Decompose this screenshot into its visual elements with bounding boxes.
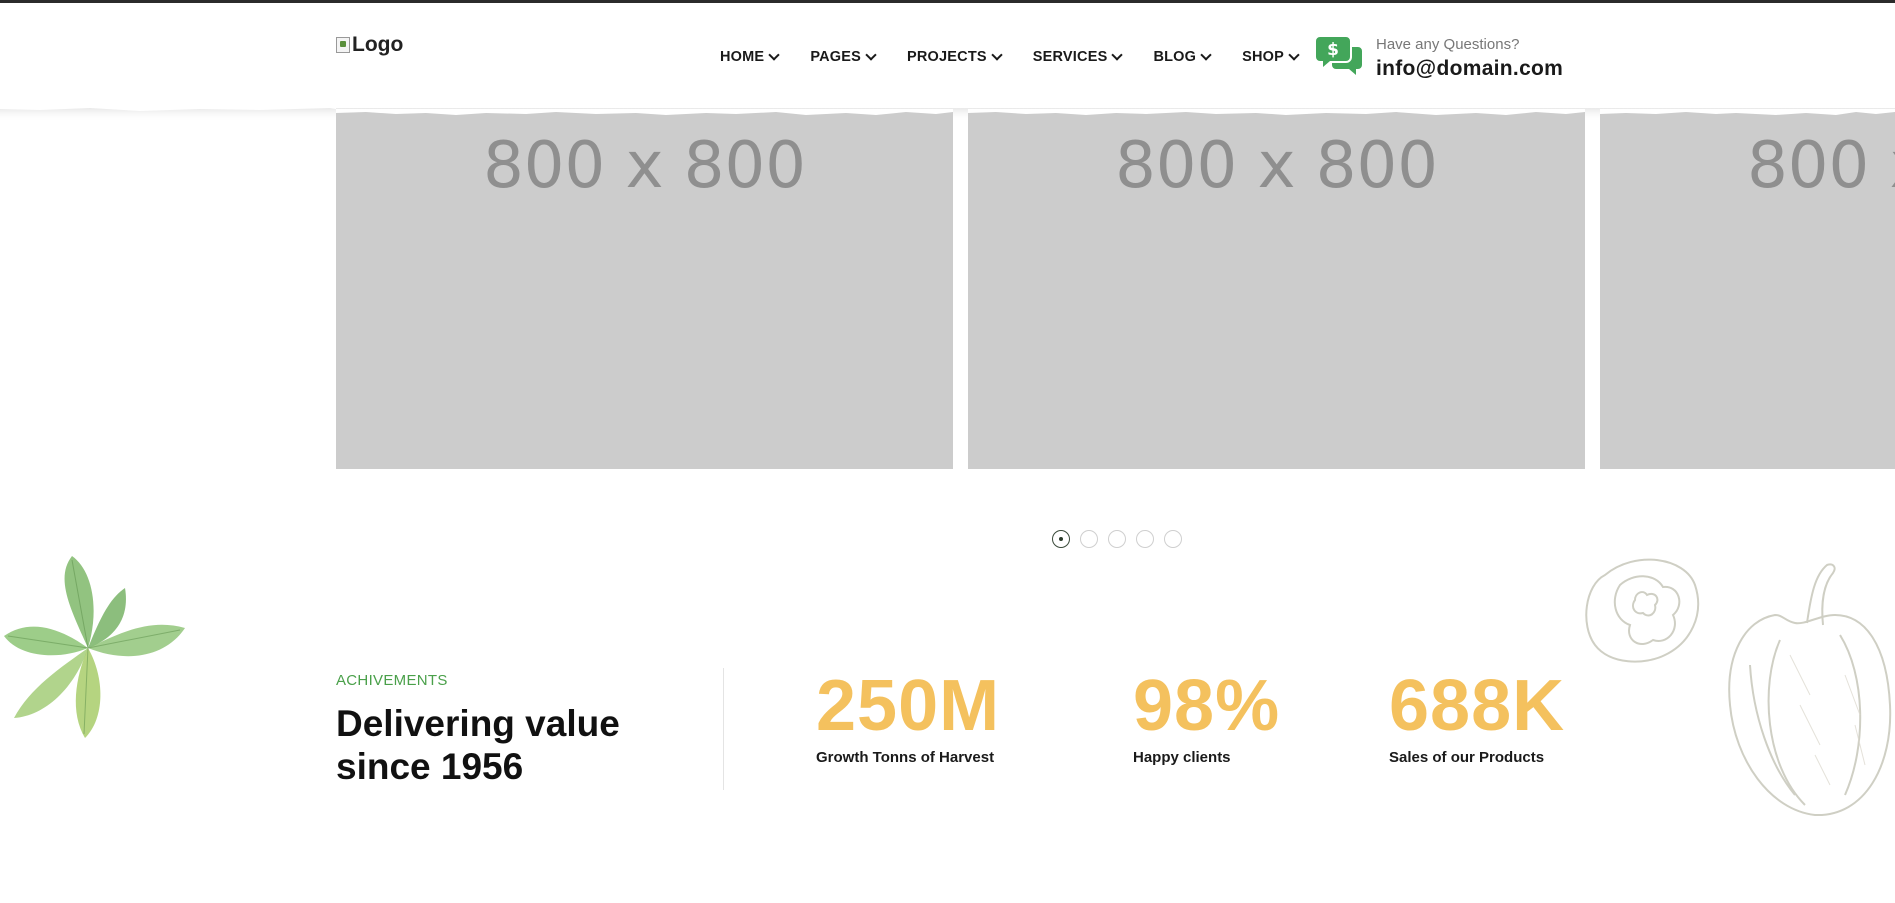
logo-link[interactable]: Logo xyxy=(336,33,403,57)
stat-product-sales: 688K Sales of our Products xyxy=(1389,665,1565,766)
stat-harvest: 250M Growth Tonns of Harvest xyxy=(816,665,1000,766)
logo-alt-text: Logo xyxy=(352,33,404,56)
broken-image-icon xyxy=(336,37,350,53)
slide-image[interactable]: 800 x 800 xyxy=(336,109,953,469)
svg-text:$: $ xyxy=(1327,40,1339,60)
basil-leaf-illustration xyxy=(4,556,185,738)
chevron-down-icon xyxy=(1200,49,1212,61)
pepper-sketch-illustration xyxy=(1585,558,1892,817)
nav-label: BLOG xyxy=(1153,49,1197,65)
slide-placeholder-label: 800 x 800 xyxy=(1115,129,1438,203)
pagination-dot-2[interactable] xyxy=(1080,530,1098,548)
contact-email-link[interactable]: info@domain.com xyxy=(1376,57,1563,81)
nav-item-shop[interactable]: SHOP xyxy=(1242,49,1300,65)
stat-caption: Happy clients xyxy=(1133,749,1231,766)
contact-question: Have any Questions? xyxy=(1376,36,1520,53)
chevron-down-icon xyxy=(768,49,780,61)
nav-item-pages[interactable]: PAGES xyxy=(810,49,877,65)
nav-label: SERVICES xyxy=(1032,49,1108,65)
vertical-divider xyxy=(723,668,724,790)
chevron-down-icon xyxy=(865,49,877,61)
slide-placeholder-label: 800 x 800 xyxy=(483,129,806,203)
nav-label: HOME xyxy=(720,49,765,65)
pagination-dot-3[interactable] xyxy=(1108,530,1126,548)
nav-item-home[interactable]: HOME xyxy=(720,49,780,65)
achievements-label: ACHIVEMENTS xyxy=(336,672,448,689)
slide-placeholder-label: 800 x 800 xyxy=(1747,129,1895,203)
stat-caption: Sales of our Products xyxy=(1389,749,1545,766)
stat-happy-clients: 98% Happy clients xyxy=(1133,665,1280,766)
site-header: Logo HOME PAGES PROJECTS SERVICES BLOG S… xyxy=(0,3,1895,109)
pagination-dot-1[interactable] xyxy=(1052,530,1070,548)
slide-torn-top xyxy=(336,109,1895,115)
pagination-dot-4[interactable] xyxy=(1136,530,1154,548)
contact-text: Have any Questions? info@domain.com xyxy=(1376,35,1563,81)
title-line-2: since 1956 xyxy=(336,746,524,787)
stat-caption: Growth Tonns of Harvest xyxy=(816,749,995,766)
nav-item-blog[interactable]: BLOG xyxy=(1153,49,1212,65)
slide-image[interactable]: 800 x 800 xyxy=(968,109,1585,469)
stat-value: 98% xyxy=(1133,666,1281,746)
pagination-dot-5[interactable] xyxy=(1164,530,1182,548)
stat-value: 250M xyxy=(816,666,1001,746)
title-line-1: Delivering value xyxy=(336,703,620,744)
chevron-down-icon xyxy=(1111,49,1124,61)
nav-label: PROJECTS xyxy=(907,49,987,65)
nav-label: SHOP xyxy=(1242,49,1285,65)
stat-value: 688K xyxy=(1389,666,1566,746)
image-slider[interactable]: 800 x 800 800 x 800 800 x 800 xyxy=(336,109,1895,469)
slider-pagination xyxy=(1052,530,1182,548)
chat-dollar-icon: $ xyxy=(1316,37,1362,75)
nav-item-services[interactable]: SERVICES xyxy=(1032,49,1124,65)
chevron-down-icon xyxy=(991,49,1003,61)
nav-item-projects[interactable]: PROJECTS xyxy=(907,49,1003,65)
slide-image[interactable]: 800 x 800 xyxy=(1600,109,1895,469)
nav-label: PAGES xyxy=(810,49,862,65)
achievements-title: Delivering value since 1956 xyxy=(336,702,620,788)
chevron-down-icon xyxy=(1288,49,1300,61)
main-nav: HOME PAGES PROJECTS SERVICES BLOG SHOP xyxy=(720,49,1330,65)
contact-block: $ Have any Questions? info@domain.com xyxy=(1316,35,1563,81)
